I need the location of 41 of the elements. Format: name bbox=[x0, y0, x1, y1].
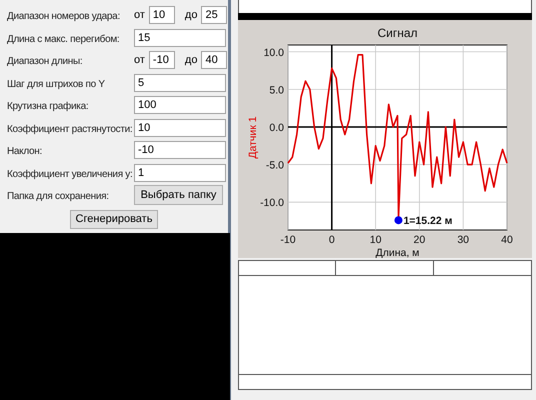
field-label: Папка для сохранения: bbox=[7, 191, 109, 202]
marker-dot bbox=[394, 216, 402, 224]
marker-label: 1=15.22 м bbox=[403, 215, 452, 228]
x-tick-label: 0 bbox=[328, 234, 335, 246]
choose-folder-button[interactable]: Выбрать папку bbox=[134, 185, 223, 206]
from-label: от bbox=[134, 8, 145, 23]
y-tick-label: 0.0 bbox=[269, 122, 284, 134]
x-tick-label: 20 bbox=[414, 234, 426, 246]
field-label: Коэффициент растянутости: bbox=[7, 124, 132, 135]
x-tick-label: 30 bbox=[457, 234, 470, 246]
input-field[interactable]: -10 bbox=[148, 51, 175, 70]
x-tick-label: -10 bbox=[280, 234, 296, 246]
input-field[interactable]: 40 bbox=[201, 51, 228, 70]
y-tick-label: 5.0 bbox=[269, 84, 284, 96]
from-label: от bbox=[134, 53, 145, 68]
field-label: Коэффициент увеличения y: bbox=[7, 168, 132, 180]
y-tick-label: -5.0 bbox=[266, 160, 284, 172]
field-label: Длина с макс. перегибом: bbox=[7, 34, 120, 45]
field-label: Крутизна графика: bbox=[7, 101, 88, 112]
y-axis-label: Датчик 1 bbox=[247, 116, 259, 159]
field-label: Наклон: bbox=[7, 146, 42, 158]
field-label: Шаг для штрихов по Y bbox=[7, 78, 105, 90]
input-field[interactable]: 25 bbox=[201, 6, 228, 24]
y-tick-label: -10.0 bbox=[260, 197, 284, 210]
x-tick-label: 40 bbox=[501, 234, 513, 246]
to-label: до bbox=[184, 8, 198, 23]
input-field[interactable]: 15 bbox=[134, 28, 226, 47]
y-tick-label: 10.0 bbox=[264, 46, 284, 59]
input-field[interactable]: -10 bbox=[134, 141, 226, 160]
x-axis-label: Длина, м bbox=[376, 247, 420, 258]
input-field[interactable]: 1 bbox=[134, 164, 226, 182]
input-field[interactable]: 10 bbox=[148, 6, 175, 24]
field-label: Диапазон номеров удара: bbox=[7, 11, 120, 22]
x-tick-label: 10 bbox=[370, 234, 382, 246]
to-label: до bbox=[184, 53, 198, 68]
input-field[interactable]: 5 bbox=[134, 74, 226, 92]
input-field[interactable]: 10 bbox=[134, 118, 226, 137]
generate-button[interactable]: Сгенерировать bbox=[70, 210, 158, 228]
field-label: Диапазон длины: bbox=[7, 56, 82, 68]
input-field[interactable]: 100 bbox=[134, 96, 226, 114]
chart-title: Сигнал bbox=[377, 26, 418, 40]
